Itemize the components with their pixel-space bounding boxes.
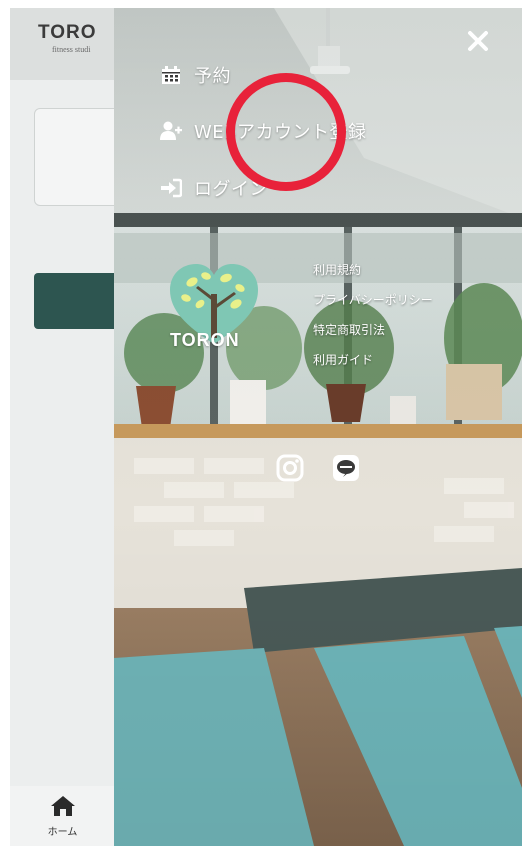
user-plus-icon	[160, 121, 182, 140]
highlight-circle-annotation	[226, 73, 346, 191]
instagram-icon[interactable]	[276, 454, 304, 482]
line-icon[interactable]	[332, 454, 360, 482]
sign-in-icon	[161, 178, 182, 198]
brand-name: TORO	[38, 22, 97, 43]
link-privacy-policy[interactable]: プライバシーポリシー	[313, 291, 433, 308]
brand-logo[interactable]: TORO fitness studi	[38, 22, 97, 54]
close-icon[interactable]	[465, 28, 491, 54]
link-commercial-transactions[interactable]: 特定商取引法	[313, 321, 433, 338]
footer-links: 利用規約 プライバシーポリシー 特定商取引法 利用ガイド	[313, 261, 433, 381]
calendar-icon	[162, 66, 180, 84]
brand-subtitle: fitness studi	[52, 45, 91, 54]
home-icon	[51, 796, 75, 816]
menu-item-label: 予約	[194, 66, 231, 87]
phone-screen: TORO fitness studi ホーム 予約 WEBアカウント登録 ログイ…	[10, 8, 522, 846]
nav-home[interactable]: ホーム	[10, 786, 115, 846]
bottom-nav: ホーム	[10, 786, 115, 846]
link-terms[interactable]: 利用規約	[313, 261, 433, 278]
link-user-guide[interactable]: 利用ガイド	[313, 351, 433, 368]
menu-item-reservation[interactable]: 予約	[160, 62, 231, 88]
home-label: ホーム	[47, 827, 78, 838]
side-drawer: 予約 WEBアカウント登録 ログイン TORON 利用規約 プライバシーポリシー…	[114, 8, 522, 846]
logo-wordmark: TORON	[170, 330, 240, 350]
